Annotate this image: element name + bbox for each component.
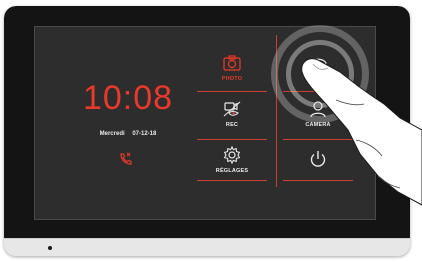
pointing-hand xyxy=(301,58,422,206)
